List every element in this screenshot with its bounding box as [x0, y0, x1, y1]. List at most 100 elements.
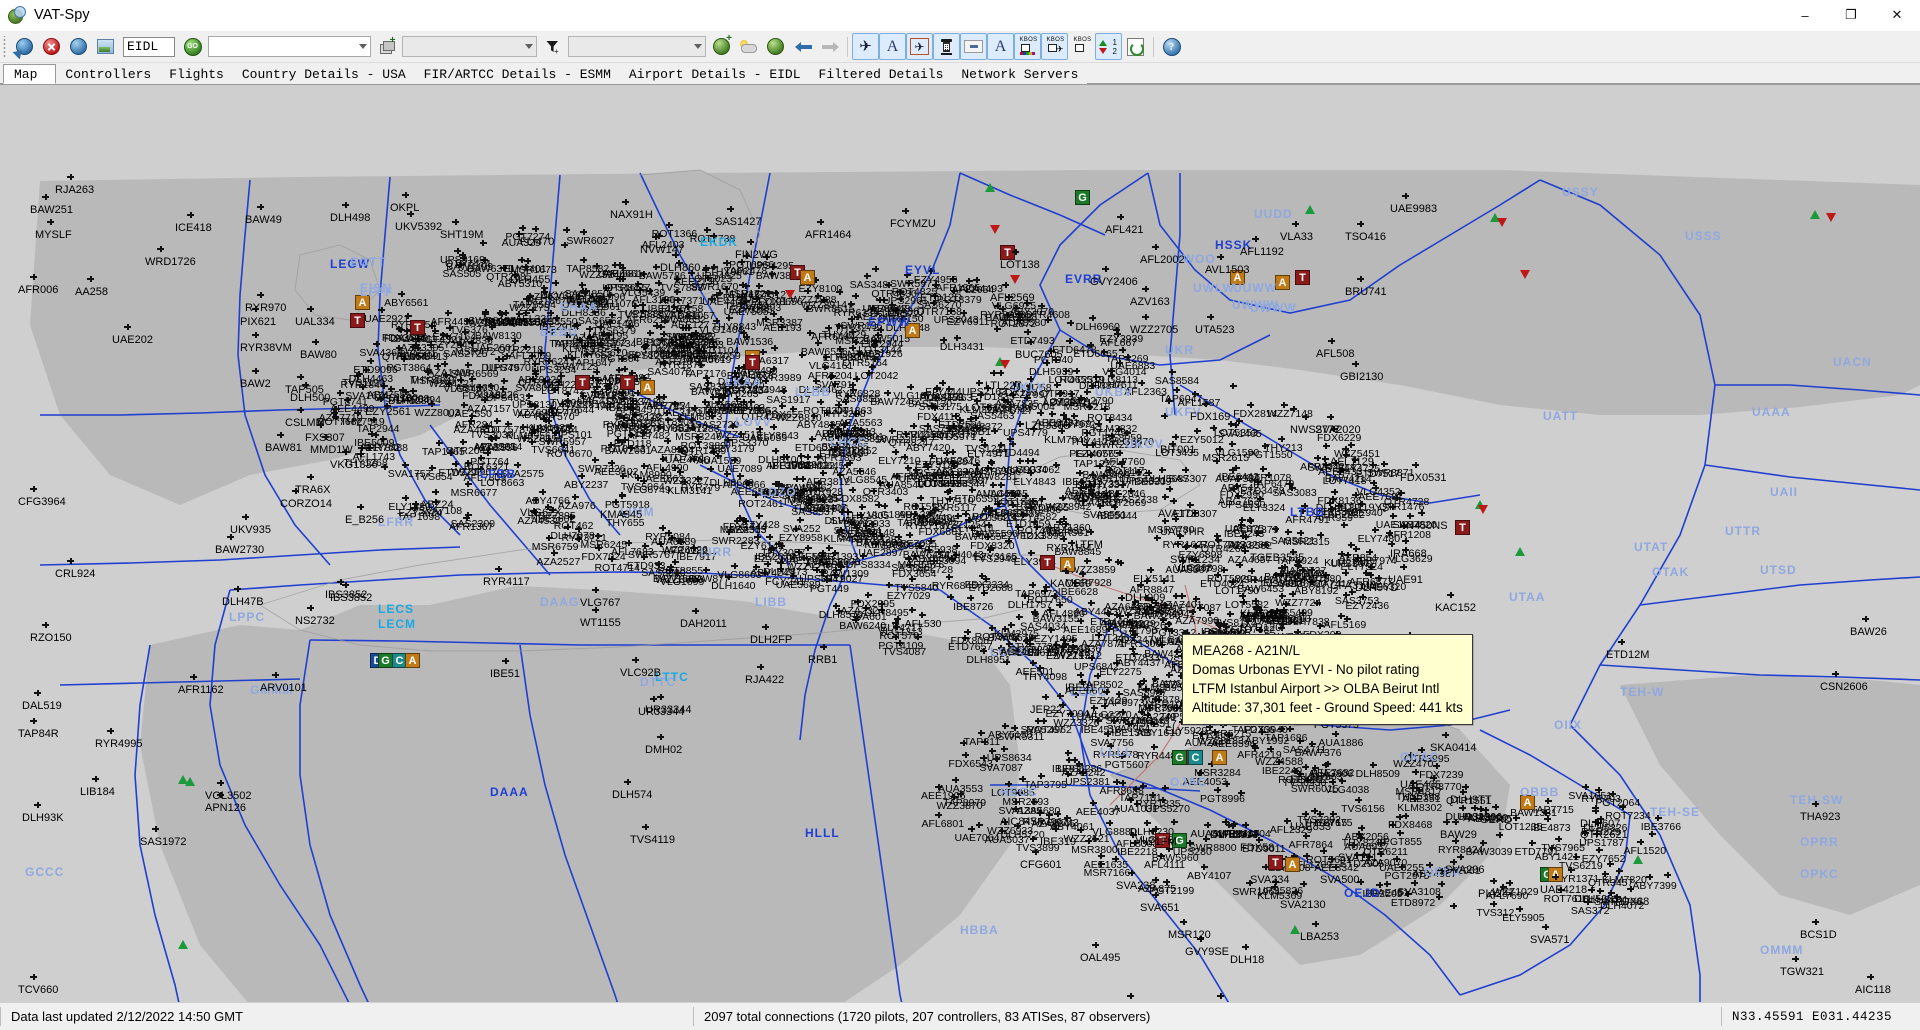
aircraft-icon[interactable] — [42, 622, 49, 629]
aircraft-icon[interactable] — [1092, 942, 1099, 949]
aircraft-icon[interactable] — [532, 226, 539, 233]
aircraft-icon[interactable] — [34, 690, 41, 697]
show-airport-names-toggle[interactable]: KBOS — [1068, 33, 1095, 60]
aircraft-icon[interactable] — [1292, 221, 1299, 228]
aircraft-icon[interactable] — [227, 534, 234, 541]
aircraft-icon[interactable] — [1152, 892, 1159, 899]
aircraft-icon[interactable] — [1402, 538, 1409, 545]
aircraft-icon[interactable] — [1267, 746, 1274, 753]
world-view-button[interactable] — [762, 33, 789, 60]
aircraft-icon[interactable] — [777, 566, 784, 573]
aircraft-icon[interactable] — [1172, 516, 1179, 523]
filter-combo[interactable] — [568, 36, 706, 57]
aircraft-icon[interactable] — [1490, 878, 1497, 885]
map-view[interactable]: AFL696 FDX8320 UPS8043 DLH3431 EZY4582 UAE599… — [0, 84, 1920, 1002]
aircraft-icon[interactable] — [1087, 529, 1094, 536]
aircraft-icon[interactable] — [1302, 811, 1309, 818]
aircraft-icon[interactable] — [1328, 338, 1335, 345]
aircraft-icon[interactable] — [87, 276, 94, 283]
aircraft-icon[interactable] — [372, 432, 379, 439]
aircraft-icon[interactable] — [1102, 266, 1109, 273]
aircraft-icon[interactable] — [252, 368, 259, 375]
aircraft-icon[interactable] — [624, 779, 631, 786]
aircraft-icon[interactable] — [30, 486, 37, 493]
aircraft-icon[interactable] — [1207, 314, 1214, 321]
aircraft-icon[interactable] — [1180, 919, 1187, 926]
aircraft-icon[interactable] — [820, 644, 827, 651]
aircraft-icon[interactable] — [252, 306, 259, 313]
aircraft-icon[interactable] — [1012, 806, 1019, 813]
aircraft-icon[interactable] — [257, 204, 264, 211]
aircraft-icon[interactable] — [622, 199, 629, 206]
aircraft-icon[interactable] — [657, 734, 664, 741]
aircraft-icon[interactable] — [1222, 819, 1229, 826]
tab-network-servers[interactable]: Network Servers — [952, 64, 1088, 84]
forward-button[interactable] — [816, 33, 843, 60]
aircraft-icon[interactable] — [452, 219, 459, 226]
aircraft-icon[interactable] — [632, 657, 639, 664]
help-button[interactable]: ? — [1158, 33, 1185, 60]
aircraft-icon[interactable] — [532, 497, 539, 504]
tab-airport-details[interactable]: Airport Details - EIDL — [619, 64, 810, 84]
aircraft-icon[interactable] — [1618, 639, 1625, 646]
airport-combo[interactable] — [402, 36, 537, 57]
screenshot-button[interactable] — [92, 33, 119, 60]
aircraft-icon[interactable] — [124, 324, 131, 331]
aircraft-icon[interactable] — [217, 780, 224, 787]
add-map-layer-button[interactable]: + — [708, 33, 735, 60]
aircraft-icon[interactable] — [522, 264, 529, 271]
go-button[interactable]: GO — [179, 33, 206, 60]
aircraft-icon[interactable] — [1217, 993, 1224, 1000]
aircraft-icon[interactable] — [357, 504, 364, 511]
aircraft-icon[interactable] — [495, 566, 502, 573]
aircraft-icon[interactable] — [1230, 486, 1237, 493]
aircraft-icon[interactable] — [1457, 854, 1464, 861]
aircraft-icon[interactable] — [1012, 636, 1019, 643]
aircraft-icon[interactable] — [272, 672, 279, 679]
about-button[interactable] — [65, 33, 92, 60]
aircraft-icon[interactable] — [967, 416, 974, 423]
aircraft-icon[interactable] — [650, 696, 657, 703]
show-aircraft-boxes-toggle[interactable]: ✈ — [906, 33, 933, 60]
close-button[interactable]: ✕ — [1874, 0, 1920, 30]
aircraft-icon[interactable] — [152, 826, 159, 833]
aircraft-icon[interactable] — [277, 432, 284, 439]
aircraft-icon[interactable] — [692, 608, 699, 615]
aircraft-icon[interactable] — [432, 489, 439, 496]
aircraft-icon[interactable] — [1217, 254, 1224, 261]
aircraft-icon[interactable] — [642, 824, 649, 831]
aircraft-icon[interactable] — [1352, 361, 1359, 368]
aircraft-icon[interactable] — [1402, 193, 1409, 200]
aircraft-icon[interactable] — [1152, 244, 1159, 251]
aircraft-icon[interactable] — [1262, 542, 1269, 549]
aircraft-icon[interactable] — [1492, 804, 1499, 811]
aircraft-icon[interactable] — [747, 239, 754, 246]
tab-filtered-details[interactable]: Filtered Details — [809, 64, 953, 84]
aircraft-icon[interactable] — [377, 396, 384, 403]
aircraft-icon[interactable] — [42, 194, 49, 201]
search-input[interactable] — [123, 36, 175, 57]
aircraft-icon[interactable] — [1357, 221, 1364, 228]
toolbar-grip[interactable] — [2, 35, 8, 58]
aircraft-icon[interactable] — [402, 192, 409, 199]
aircraft-icon[interactable] — [1052, 826, 1059, 833]
aircraft-icon[interactable] — [762, 624, 769, 631]
aircraft-icon[interactable] — [1262, 864, 1269, 871]
aircraft-icon[interactable] — [1302, 764, 1309, 771]
aircraft-icon[interactable] — [1182, 544, 1189, 551]
aircraft-icon[interactable] — [1862, 616, 1869, 623]
aircraft-icon[interactable] — [997, 370, 1004, 377]
aircraft-icon[interactable] — [67, 558, 74, 565]
aircraft-icon[interactable] — [592, 587, 599, 594]
aircraft-icon[interactable] — [1592, 819, 1599, 826]
aircraft-icon[interactable] — [217, 792, 224, 799]
aircraft-icon[interactable] — [1357, 276, 1364, 283]
aircraft-icon[interactable] — [1162, 626, 1169, 633]
aircraft-icon[interactable] — [977, 392, 984, 399]
aircraft-icon[interactable] — [1442, 732, 1449, 739]
aircraft-icon[interactable] — [1312, 921, 1319, 928]
aircraft-icon[interactable] — [1032, 849, 1039, 856]
aircraft-icon[interactable] — [1447, 592, 1454, 599]
aircraft-icon[interactable] — [672, 252, 679, 259]
aircraft-icon[interactable] — [1242, 944, 1249, 951]
